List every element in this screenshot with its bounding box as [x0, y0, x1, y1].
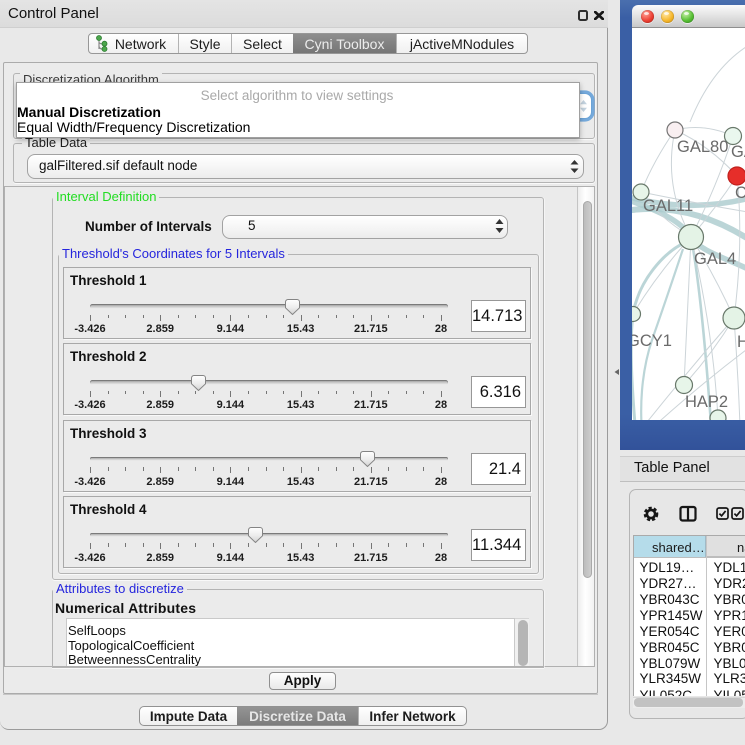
svg-text:C: C: [735, 184, 745, 202]
svg-text:H: H: [737, 333, 745, 351]
svg-text:HAP2: HAP2: [685, 393, 728, 411]
svg-text:GCY1: GCY1: [632, 332, 672, 350]
svg-text:GAL11: GAL11: [643, 197, 693, 215]
svg-text:GAL4: GAL4: [694, 250, 736, 268]
svg-text:GAL80: GAL80: [677, 138, 728, 156]
svg-text:GA: GA: [731, 143, 745, 161]
